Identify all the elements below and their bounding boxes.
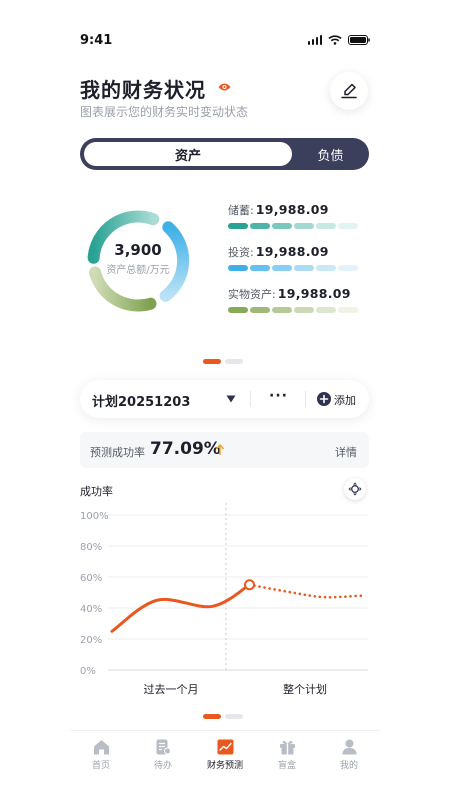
tab-home-label: 首页 [91, 761, 110, 771]
y-tick-label: 60% [80, 573, 102, 584]
carousel-indicator-bottom [203, 714, 243, 719]
success-rate-chart: 100% 80% 60% 40% 20% 0% 过去一个月 整个计划 [80, 503, 368, 696]
tab-forecast[interactable]: 财务预测 [194, 731, 256, 790]
tab-todo-label: 待办 [153, 761, 172, 771]
tab-todo[interactable]: 待办 [132, 731, 194, 790]
todo-icon [156, 739, 171, 755]
y-tick-label: 100% [80, 511, 109, 522]
home-icon [93, 740, 109, 755]
profile-icon [342, 739, 356, 755]
tab-blindbox-label: 盲盒 [277, 761, 296, 771]
y-tick-label: 40% [80, 604, 102, 615]
tab-profile[interactable]: 我的 [318, 731, 380, 790]
forecast-icon [217, 739, 233, 755]
tab-forecast-label: 财务预测 [206, 761, 243, 771]
phone-screen: 9:41 我的财务状况 图表展示您的财务实时变动状态 资产 负债 3,900 资… [0, 0, 450, 800]
y-tick-label: 20% [80, 635, 102, 646]
x-section-label: 整个计划 [283, 682, 327, 696]
tab-profile-label: 我的 [339, 761, 358, 771]
y-tick-label: 80% [80, 542, 102, 553]
y-tick-label: 0% [80, 666, 96, 677]
forecast-line [248, 583, 364, 599]
gift-icon [279, 740, 295, 755]
x-section-label: 过去一个月 [144, 683, 199, 696]
tab-blindbox[interactable]: 盲盒 [256, 731, 318, 790]
tab-home[interactable]: 首页 [70, 731, 132, 790]
bottom-tab-bar: 首页 待办 财务预测 盲盒 我的 [70, 730, 380, 790]
current-point-marker [244, 579, 255, 591]
